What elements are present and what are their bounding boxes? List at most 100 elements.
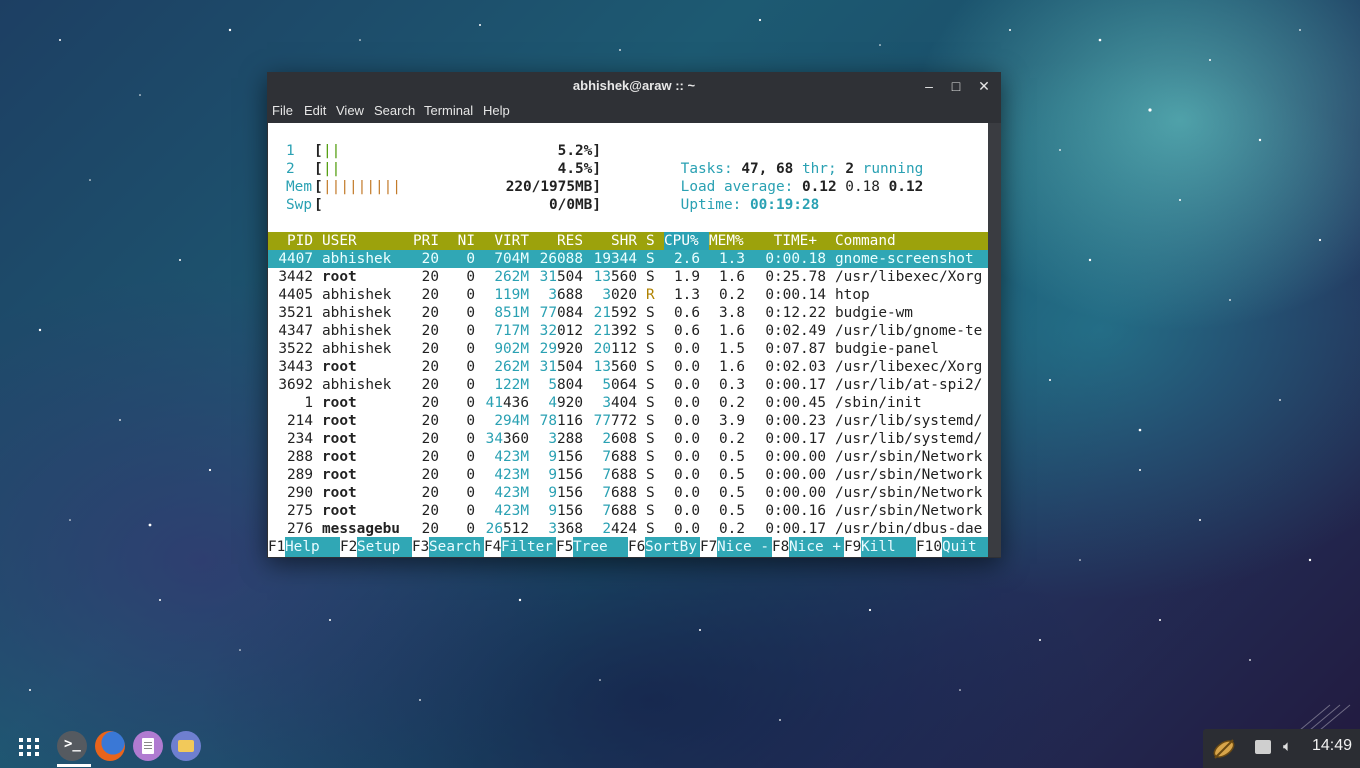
firefox-icon[interactable] bbox=[95, 731, 125, 761]
cell-virt: 851M bbox=[494, 305, 529, 321]
cell-virt: 423M bbox=[494, 503, 529, 519]
cell-shr: 7688 bbox=[602, 449, 637, 465]
fkey-help[interactable]: Help bbox=[285, 537, 340, 557]
cell-virt: 902M bbox=[494, 341, 529, 357]
cell-command: gnome-screenshot bbox=[835, 251, 974, 267]
menu-view[interactable]: View bbox=[336, 103, 364, 118]
text-editor-icon[interactable] bbox=[133, 731, 163, 761]
menu-file[interactable]: File bbox=[272, 103, 293, 118]
cell-pri: 20 bbox=[421, 431, 439, 447]
col-pri[interactable]: PRI bbox=[403, 232, 439, 250]
cell-user: root bbox=[322, 395, 357, 411]
table-row[interactable]: 288 root 20 0 423M 9156 7688 S 0.0 0.5 0:00.00/usr… bbox=[268, 448, 988, 466]
cell-res: 9156 bbox=[548, 467, 583, 483]
col-ni[interactable]: NI bbox=[448, 232, 475, 250]
table-row[interactable]: 1 root 20 0 41436 4920 3404 S 0.0 0.2 0:00.45/sbin… bbox=[268, 394, 988, 412]
cell-mem: 1.6 bbox=[719, 269, 745, 285]
table-row[interactable]: 289 root 20 0 423M 9156 7688 S 0.0 0.5 0:00.00/usr… bbox=[268, 466, 988, 484]
close-icon[interactable]: ✕ bbox=[974, 76, 994, 96]
cell-virt: 262M bbox=[494, 269, 529, 285]
cell-state: S bbox=[646, 521, 655, 537]
table-row[interactable]: 276 messagebu 20 0 26512 3368 2424 S 0.0 0.2 0:00.… bbox=[268, 520, 988, 538]
table-row[interactable]: 4347 abhishek 20 0 717M 32012 21392 S 0.6 1.6 0:02… bbox=[268, 322, 988, 340]
table-row[interactable]: 4405 abhishek 20 0 119M 3688 3020 R 1.3 0.2 0:00.1… bbox=[268, 286, 988, 304]
clock[interactable]: 14:49 bbox=[1312, 737, 1352, 755]
col-shr[interactable]: SHR bbox=[583, 232, 637, 250]
table-row[interactable]: 275 root 20 0 423M 9156 7688 S 0.0 0.5 0:00.16/usr… bbox=[268, 502, 988, 520]
cell-res: 26088 bbox=[539, 251, 583, 267]
budgie-icon[interactable] bbox=[1211, 736, 1237, 762]
fkey-f6[interactable]: F6 bbox=[628, 537, 645, 557]
fkey-f1[interactable]: F1 bbox=[268, 537, 285, 557]
fkey-f4[interactable]: F4 bbox=[484, 537, 501, 557]
fkey-tree[interactable]: Tree bbox=[573, 537, 628, 557]
cell-mem: 0.2 bbox=[719, 395, 745, 411]
table-row[interactable]: 290 root 20 0 423M 9156 7688 S 0.0 0.5 0:00.00/usr… bbox=[268, 484, 988, 502]
cell-user: root bbox=[322, 485, 357, 501]
terminal-icon[interactable]: >_ bbox=[57, 731, 87, 761]
fkey-setup[interactable]: Setup bbox=[357, 537, 412, 557]
cell-command: /usr/sbin/Network bbox=[835, 467, 983, 483]
col-res[interactable]: RES bbox=[529, 232, 583, 250]
cell-mem: 0.5 bbox=[719, 467, 745, 483]
terminal-content[interactable]: 1 [ || 5.2%] 2 [ || 4.5%] Mem [ ||||||||… bbox=[268, 123, 988, 557]
cell-time: 0:00.00 bbox=[765, 467, 826, 483]
fkey-quit[interactable]: Quit bbox=[942, 537, 988, 557]
fkey-sortby[interactable]: SortBy bbox=[645, 537, 700, 557]
table-row[interactable]: 3442 root 20 0 262M 31504 13560 S 1.9 1.6 0:25.78 /… bbox=[268, 268, 988, 286]
window-title: abhishek@araw :: ~ bbox=[572, 78, 696, 93]
cell-virt: 122M bbox=[494, 377, 529, 393]
menu-help[interactable]: Help bbox=[483, 103, 510, 118]
table-row[interactable]: 3443 root 20 0 262M 31504 13560 S 0.0 1.6 0:02.03 /… bbox=[268, 358, 988, 376]
notifications-icon[interactable] bbox=[1255, 740, 1271, 754]
fkey-nice-plus[interactable]: Nice + bbox=[789, 537, 844, 557]
fkey-f2[interactable]: F2 bbox=[340, 537, 357, 557]
cell-pid: 290 bbox=[287, 485, 313, 501]
col-command[interactable]: Command bbox=[835, 232, 896, 250]
cell-state: S bbox=[646, 485, 655, 501]
maximize-icon[interactable]: □ bbox=[946, 76, 966, 96]
minimize-icon[interactable]: – bbox=[919, 76, 939, 96]
table-row[interactable]: 214 root 20 0 294M 78116 77772 S 0.0 3.9 0:00.23/u… bbox=[268, 412, 988, 430]
table-row[interactable]: 3522 abhishek 20 0 902M 29920 20112 S 0.0 1.5 0:07… bbox=[268, 340, 988, 358]
cell-time: 0:00.23 bbox=[765, 413, 826, 429]
col-user[interactable]: USER bbox=[322, 232, 357, 250]
fkey-f7[interactable]: F7 bbox=[700, 537, 717, 557]
terminal-scrollbar[interactable] bbox=[988, 123, 1001, 557]
col-cpu[interactable]: CPU% bbox=[664, 232, 709, 250]
fkey-f9[interactable]: F9 bbox=[844, 537, 861, 557]
cell-pid: 234 bbox=[287, 431, 313, 447]
table-row[interactable]: 3692 abhishek 20 0 122M 5804 5064 S 0.0 0.3 0:00.1… bbox=[268, 376, 988, 394]
col-state[interactable]: S bbox=[646, 232, 655, 250]
meter-label: Mem bbox=[286, 179, 312, 195]
fkey-filter[interactable]: Filter bbox=[501, 537, 556, 557]
fkey-kill[interactable]: Kill bbox=[861, 537, 916, 557]
menu-search[interactable]: Search bbox=[374, 103, 415, 118]
app-menu-grid-icon[interactable] bbox=[18, 737, 40, 757]
volume-muted-icon[interactable]: 🔈︎ bbox=[1283, 738, 1292, 755]
col-time[interactable]: TIME+ bbox=[754, 232, 817, 250]
col-pid[interactable]: PID bbox=[268, 232, 313, 250]
cell-ni: 0 bbox=[466, 413, 475, 429]
table-row[interactable]: 3521 abhishek 20 0 851M 77084 21592 S 0.6 3.8 0:12… bbox=[268, 304, 988, 322]
cell-virt: 717M bbox=[494, 323, 529, 339]
files-icon[interactable] bbox=[171, 731, 201, 761]
cell-pri: 20 bbox=[421, 305, 439, 321]
fkey-f3[interactable]: F3 bbox=[412, 537, 429, 557]
fkey-f8[interactable]: F8 bbox=[772, 537, 789, 557]
col-virt[interactable]: VIRT bbox=[484, 232, 529, 250]
fkey-f5[interactable]: F5 bbox=[556, 537, 573, 557]
col-mem[interactable]: MEM% bbox=[709, 232, 754, 250]
fkey-search[interactable]: Search bbox=[429, 537, 484, 557]
menu-edit[interactable]: Edit bbox=[304, 103, 326, 118]
window-titlebar[interactable]: abhishek@araw :: ~ – □ ✕ bbox=[267, 72, 1001, 100]
menu-terminal[interactable]: Terminal bbox=[424, 103, 473, 118]
cell-cpu: 0.0 bbox=[674, 395, 700, 411]
table-row-selected[interactable]: 4407 abhishek 20 0 704M 26088 19344 S 2.6 1.3 0:00… bbox=[268, 250, 988, 268]
fkey-f10[interactable]: F10 bbox=[916, 537, 942, 557]
cell-res: 78116 bbox=[539, 413, 583, 429]
table-row[interactable]: 234 root 20 0 34360 3288 2608 S 0.0 0.2 0:00.17/us… bbox=[268, 430, 988, 448]
fkey-nice-minus[interactable]: Nice - bbox=[717, 537, 772, 557]
cell-user: root bbox=[322, 269, 357, 285]
cell-command: /usr/lib/at-spi2/ bbox=[835, 377, 983, 393]
